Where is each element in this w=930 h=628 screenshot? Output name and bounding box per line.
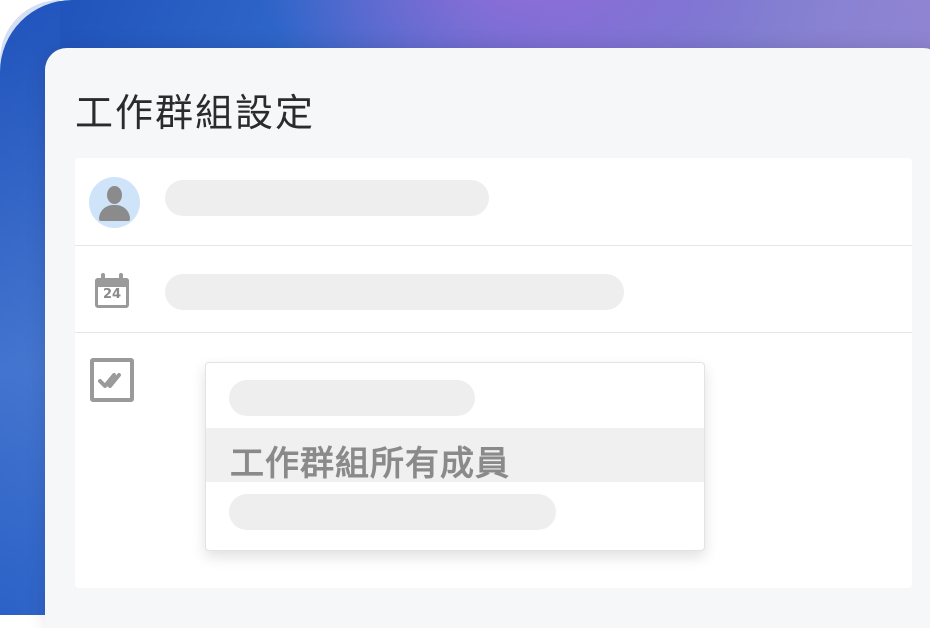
user-name-placeholder (165, 180, 489, 216)
settings-panel: 24 工作群組所有成員 (75, 158, 912, 588)
task-check-icon (90, 358, 134, 402)
user-avatar-icon (89, 177, 140, 228)
dropdown-option-placeholder[interactable] (229, 380, 475, 416)
dropdown-option-selected[interactable]: 工作群組所有成員 (206, 428, 704, 484)
calendar-icon: 24 (95, 273, 133, 308)
dropdown-option-placeholder[interactable] (229, 494, 556, 530)
date-row[interactable]: 24 (75, 246, 912, 333)
page-title: 工作群組設定 (75, 91, 316, 135)
assignee-dropdown-menu[interactable]: 工作群組所有成員 (205, 362, 705, 551)
calendar-day-number: 24 (102, 287, 122, 302)
date-placeholder (165, 274, 624, 310)
dropdown-option-label: 工作群組所有成員 (230, 444, 510, 484)
settings-card: 工作群組設定 24 工作群組所有成員 (45, 48, 930, 628)
user-row[interactable] (75, 158, 912, 246)
